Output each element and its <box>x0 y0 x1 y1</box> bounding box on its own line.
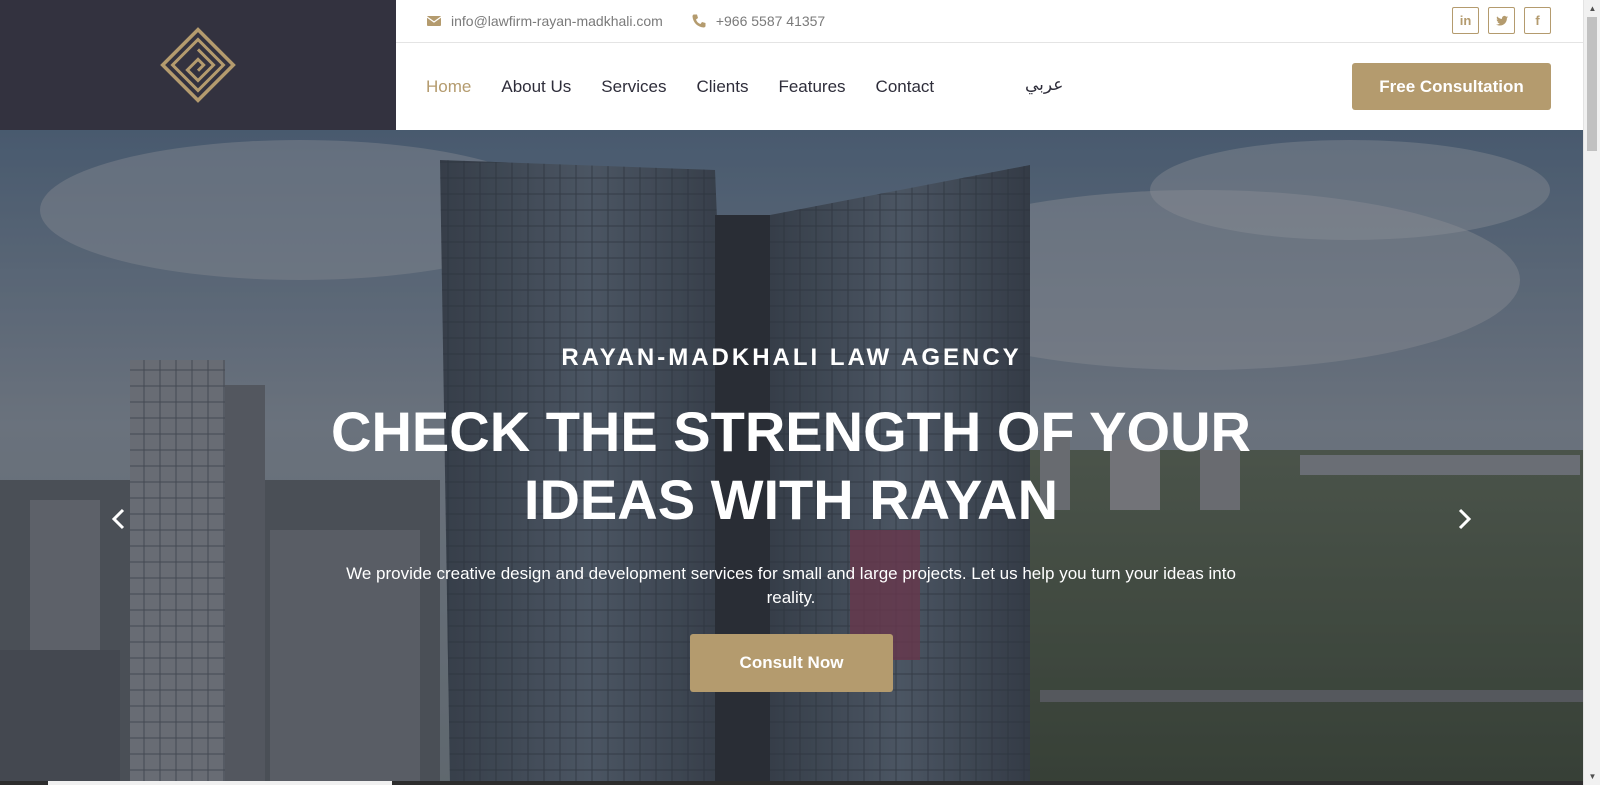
nav-item-contact[interactable]: Contact <box>876 77 935 97</box>
consult-now-button[interactable]: Consult Now <box>690 634 893 692</box>
linkedin-icon[interactable]: in <box>1452 7 1479 34</box>
hero-subtitle: RAYAN-MADKHALI LAW AGENCY <box>561 344 1022 371</box>
envelope-icon <box>426 16 442 26</box>
nav-item-services[interactable]: Services <box>601 77 666 97</box>
facebook-icon[interactable]: f <box>1524 7 1551 34</box>
chevron-left-icon <box>111 508 125 530</box>
slider-prev-button[interactable] <box>104 502 134 536</box>
language-switch[interactable]: عربي <box>1025 75 1063 95</box>
chevron-right-icon <box>1458 508 1472 530</box>
hero-slider: RAYAN-MADKHALI LAW AGENCY CHECK THE STRE… <box>0 130 1583 785</box>
top-bar: info@lawfirm-rayan-madkhali.com +966 558… <box>396 0 1583 43</box>
email-text[interactable]: info@lawfirm-rayan-madkhali.com <box>451 13 663 29</box>
page-scrollbar[interactable]: ▲ ▼ <box>1583 0 1600 785</box>
linkedin-label: in <box>1459 13 1472 28</box>
social-links: in f <box>1452 7 1551 34</box>
nav-item-clients[interactable]: Clients <box>696 77 748 97</box>
facebook-label: f <box>1535 13 1540 28</box>
twitter-icon[interactable] <box>1488 7 1515 34</box>
bottom-strip-fill <box>48 781 392 785</box>
nav-item-about-us[interactable]: About Us <box>501 77 571 97</box>
logo-icon[interactable] <box>160 27 236 103</box>
nav-item-features[interactable]: Features <box>778 77 845 97</box>
slider-next-button[interactable] <box>1449 502 1479 536</box>
scroll-thumb[interactable] <box>1587 17 1597 151</box>
nav-item-home[interactable]: Home <box>426 77 471 97</box>
contact-email[interactable]: info@lawfirm-rayan-madkhali.com <box>426 13 663 29</box>
twitter-bird-icon <box>1495 15 1508 26</box>
phone-icon <box>692 14 706 28</box>
free-consultation-button[interactable]: Free Consultation <box>1352 63 1551 110</box>
hero-title: CHECK THE STRENGTH OF YOUR IDEAS WITH RA… <box>331 400 1251 531</box>
nav-links: Home About Us Services Clients Features … <box>426 77 964 97</box>
bottom-strip <box>0 781 1583 785</box>
logo-panel <box>0 0 396 130</box>
contact-phone[interactable]: +966 5587 41357 <box>691 13 825 29</box>
main-nav: Home About Us Services Clients Features … <box>396 43 1583 130</box>
phone-text[interactable]: +966 5587 41357 <box>716 13 825 29</box>
scroll-down-arrow-icon[interactable]: ▼ <box>1584 768 1600 785</box>
scroll-up-arrow-icon[interactable]: ▲ <box>1584 0 1600 17</box>
hero-description: We provide creative design and developme… <box>346 564 1236 607</box>
